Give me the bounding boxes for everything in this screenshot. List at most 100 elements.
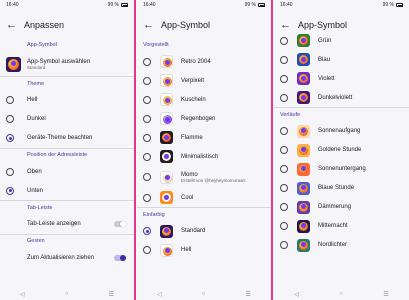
solid-icon-option-radio[interactable] <box>280 55 288 64</box>
theme-option-radio[interactable] <box>6 115 14 123</box>
battery-icon <box>396 3 403 7</box>
gradient-icon-option-row[interactable]: Sonnenuntergang <box>274 160 409 179</box>
gradient-icon-option-radio[interactable] <box>280 184 288 192</box>
solid-icon-option-row[interactable]: Hell <box>137 241 271 260</box>
firefox-logo-icon <box>297 124 310 138</box>
page-title: Anpassen <box>24 20 65 30</box>
firefox-logo-icon <box>160 55 173 68</box>
address-bar-option-row[interactable]: Oben <box>0 162 134 181</box>
solid-icon-option-row[interactable]: Standard <box>137 222 271 241</box>
gradient-icon-option-row[interactable]: Nordlichter <box>274 236 409 255</box>
pull-to-refresh-switch[interactable] <box>114 254 126 261</box>
firefox-logo-icon <box>160 191 173 204</box>
nav-back-icon[interactable]: ◁ <box>294 291 299 298</box>
choose-app-icon-row[interactable]: App-Symbol auswählen Standard <box>0 52 134 76</box>
icon-option-row[interactable]: Flamme <box>137 128 271 147</box>
gradient-icon-option-radio[interactable] <box>280 165 288 173</box>
gradient-icon-option-radio[interactable] <box>280 203 288 211</box>
gradient-icon-option-row[interactable]: Dämmerung <box>274 198 409 217</box>
icon-option-radio[interactable] <box>143 114 151 123</box>
battery-icon <box>258 3 265 7</box>
tab-bar-toggle-row[interactable]: Tab-Leiste anzeigen <box>0 215 134 234</box>
nav-home-icon[interactable]: ○ <box>65 291 69 297</box>
address-bar-option-label: Oben <box>27 168 42 175</box>
page-title: App-Symbol <box>298 20 348 30</box>
solid-icon-option-radio[interactable] <box>280 93 288 102</box>
back-arrow-icon[interactable]: ← <box>143 19 161 31</box>
icon-option-label: Minimalistisch <box>181 153 219 160</box>
solid-icon-option-row[interactable]: Grün <box>274 31 409 50</box>
solid-icon-option-row[interactable]: Blau <box>274 50 409 69</box>
address-bar-option-row[interactable]: Unten <box>0 181 134 200</box>
icon-option-radio[interactable] <box>143 152 151 161</box>
solid-icon-option-radio[interactable] <box>280 74 288 83</box>
icon-option-radio[interactable] <box>143 193 151 202</box>
icon-option-sub: Erstellt von @heyheymomoraws <box>181 177 246 183</box>
solid-icon-option-radio[interactable] <box>280 36 288 45</box>
icon-option-radio[interactable] <box>143 95 151 104</box>
section-header-gradients: Verläufe <box>280 111 301 118</box>
nav-recents-icon[interactable]: ☰ <box>246 291 251 298</box>
icon-option-radio[interactable] <box>143 76 151 85</box>
icon-option-row[interactable]: Verpixelt <box>137 71 271 90</box>
gradient-icon-option-label: Blaue Stunde <box>318 185 355 191</box>
icon-option-row[interactable]: Kuscheln <box>137 90 271 109</box>
section-header-solid: Einfarbig <box>143 211 165 218</box>
gradient-icon-option-row[interactable]: Blaue Stunde <box>274 179 409 198</box>
firefox-logo-icon <box>160 74 173 87</box>
icon-option-label: Regenbogen <box>181 115 216 122</box>
firefox-logo-icon <box>160 170 173 184</box>
gradient-icon-option-radio[interactable] <box>280 241 288 249</box>
gradient-icon-option-row[interactable]: Mitternacht <box>274 217 409 236</box>
theme-option-radio[interactable] <box>6 96 14 104</box>
gradient-icon-option-row[interactable]: Sonnenaufgang <box>274 122 409 141</box>
address-bar-option-label: Unten <box>27 187 44 194</box>
gradient-icon-option-row[interactable]: Goldene Stunde <box>274 141 409 160</box>
icon-option-label: Cool <box>181 194 194 201</box>
gradient-icon-option-label: Dämmerung <box>318 204 352 210</box>
theme-option-label: Hell <box>27 97 38 103</box>
nav-home-icon[interactable]: ○ <box>339 291 343 297</box>
nav-recents-icon[interactable]: ☰ <box>383 291 388 298</box>
battery-label: 99 % <box>107 2 119 8</box>
address-bar-option-radio[interactable] <box>6 186 14 195</box>
icon-option-radio[interactable] <box>143 133 151 142</box>
nav-home-icon[interactable]: ○ <box>202 291 206 297</box>
back-arrow-icon[interactable]: ← <box>280 19 298 31</box>
theme-option-row[interactable]: Dunkel <box>0 110 134 129</box>
theme-option-row[interactable]: Hell <box>0 91 134 110</box>
theme-option-row[interactable]: Geräte-Theme beachten <box>0 129 134 148</box>
status-time: 16:40 <box>280 2 293 8</box>
firefox-logo-icon <box>297 219 310 233</box>
nav-back-icon[interactable]: ◁ <box>157 291 162 298</box>
gradient-icon-option-radio[interactable] <box>280 146 288 154</box>
address-bar-option-radio[interactable] <box>6 167 14 176</box>
solid-icon-option-radio[interactable] <box>143 227 151 235</box>
solid-icon-option-radio[interactable] <box>143 246 151 254</box>
nav-recents-icon[interactable]: ☰ <box>109 291 114 298</box>
solid-icon-option-label: Violett <box>318 75 335 82</box>
firefox-logo-icon <box>160 243 173 257</box>
status-bar: 16:40 99 % <box>274 0 409 10</box>
pull-to-refresh-row[interactable]: Zum Aktualisieren ziehen <box>0 248 134 267</box>
solid-icon-option-row[interactable]: Dunkelviolett <box>274 88 409 107</box>
icon-option-row[interactable]: Minimalistisch <box>137 147 271 166</box>
icon-option-radio[interactable] <box>143 173 151 181</box>
icon-option-radio[interactable] <box>143 57 151 66</box>
battery-label: 99 % <box>382 2 394 8</box>
gradient-icon-option-label: Sonnenaufgang <box>318 128 361 134</box>
gradient-icon-option-radio[interactable] <box>280 127 288 135</box>
tab-bar-switch[interactable] <box>114 221 126 227</box>
system-nav-bar: ◁ ○ ☰ <box>0 288 134 300</box>
firefox-logo-icon <box>160 150 173 163</box>
icon-option-row[interactable]: Cool <box>137 188 271 207</box>
solid-icon-option-row[interactable]: Violett <box>274 69 409 88</box>
theme-option-radio[interactable] <box>6 134 14 142</box>
back-arrow-icon[interactable]: ← <box>6 19 24 31</box>
icon-option-row[interactable]: Retro 2004 <box>137 52 271 71</box>
nav-back-icon[interactable]: ◁ <box>20 291 25 298</box>
icon-option-row[interactable]: Regenbogen <box>137 109 271 128</box>
icon-option-row[interactable]: Momo Erstellt von @heyheymomoraws <box>137 166 271 188</box>
firefox-logo-icon <box>297 143 310 157</box>
gradient-icon-option-radio[interactable] <box>280 222 288 230</box>
